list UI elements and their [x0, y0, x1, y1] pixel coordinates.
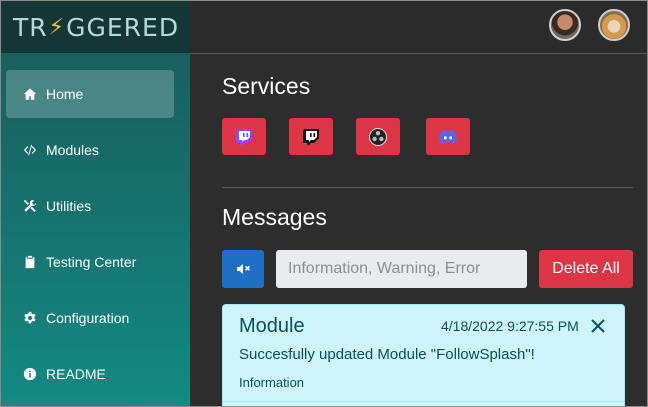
message-level: Information: [239, 375, 305, 390]
gear-icon: [22, 311, 38, 325]
message-filter-input[interactable]: [276, 250, 527, 288]
sidebar-item-label: README: [46, 366, 106, 382]
app-window: TR ⚡ GGERED Home Modules Utilities Testi…: [0, 0, 648, 407]
messages-title: Messages: [222, 204, 327, 230]
section-divider: [222, 187, 633, 188]
close-icon[interactable]: [589, 317, 607, 335]
sidebar-item-modules[interactable]: Modules: [6, 126, 174, 174]
sidebar: TR ⚡ GGERED Home Modules Utilities Testi…: [1, 1, 190, 406]
code-icon: [22, 143, 38, 157]
sidebar-item-label: Utilities: [46, 198, 92, 214]
logo-text-end: GGERED: [66, 12, 180, 42]
clipboard-icon: [22, 255, 38, 269]
discord-button[interactable]: [426, 118, 470, 155]
discord-icon: [439, 129, 457, 143]
app-logo[interactable]: TR ⚡ GGERED: [1, 1, 190, 53]
twitch-white-icon: [303, 128, 319, 145]
sidebar-item-label: Testing Center: [46, 254, 137, 270]
message-divider: [223, 401, 624, 402]
obs-button[interactable]: [356, 118, 400, 155]
obs-icon: [369, 127, 387, 146]
sidebar-item-testing-center[interactable]: Testing Center: [6, 238, 174, 286]
user-avatar-2[interactable]: [598, 9, 630, 41]
services-title: Services: [222, 73, 311, 99]
sidebar-item-label: Modules: [46, 142, 99, 158]
twitch-purple-icon: [236, 128, 252, 145]
sidebar-item-label: Home: [46, 86, 84, 102]
twitch-bot-button[interactable]: [222, 118, 266, 155]
volume-mute-icon: [237, 264, 250, 274]
bolt-icon: ⚡: [48, 14, 66, 40]
sidebar-item-home[interactable]: Home: [6, 70, 174, 118]
twitch-broadcaster-button[interactable]: [289, 118, 333, 155]
message-source: Module: [239, 315, 305, 337]
info-icon: [22, 367, 38, 381]
sidebar-item-configuration[interactable]: Configuration: [6, 294, 174, 342]
delete-all-button[interactable]: Delete All: [539, 250, 633, 288]
sidebar-item-utilities[interactable]: Utilities: [6, 182, 174, 230]
top-bar: [190, 1, 647, 54]
sidebar-item-label: Configuration: [46, 310, 130, 326]
user-avatar-1[interactable]: [549, 9, 581, 41]
logo-text-start: TR: [13, 12, 48, 42]
home-icon: [22, 87, 38, 101]
message-text: Succesfully updated Module "FollowSplash…: [239, 346, 535, 363]
mute-button[interactable]: [222, 250, 264, 288]
message-card: Module 4/18/2022 9:27:55 PM Succesfully …: [222, 304, 625, 406]
tools-icon: [22, 199, 38, 213]
sidebar-item-readme[interactable]: README: [6, 350, 174, 398]
message-timestamp: 4/18/2022 9:27:55 PM: [441, 318, 579, 334]
